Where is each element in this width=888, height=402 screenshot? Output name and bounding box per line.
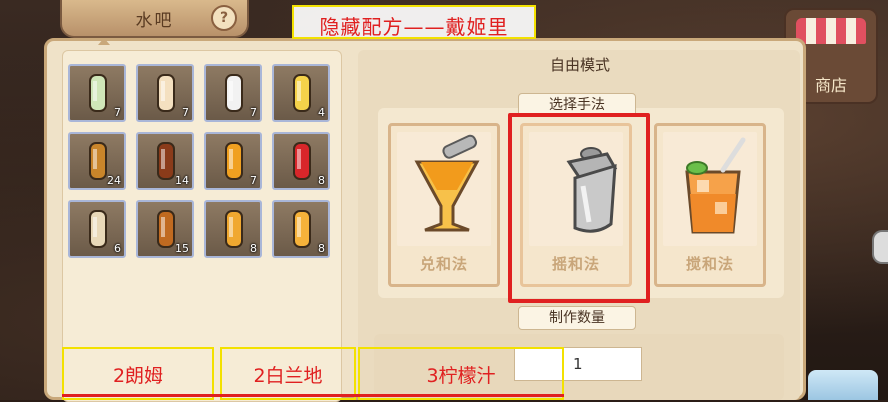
method-card-build[interactable]: 兑和法 [388, 123, 500, 287]
ice-decoration-icon [808, 370, 878, 400]
inventory-slot[interactable]: 7 [204, 64, 262, 122]
inventory-count: 14 [175, 174, 189, 187]
annotation-recipe-title-text: 隐藏配方——戴姬里 [319, 15, 509, 39]
inventory-count: 4 [318, 106, 325, 119]
panel-notch [98, 38, 110, 45]
annotation-ingredient-2-text: 2白兰地 [253, 365, 323, 387]
mode-title: 自由模式 [549, 56, 610, 74]
inventory-count: 8 [318, 174, 325, 187]
selected-method-highlight [508, 113, 650, 303]
help-icon[interactable]: ? [211, 5, 237, 31]
method-label-stir: 搅和法 [685, 255, 734, 273]
annotation-recipe-title: 隐藏配方——戴姬里 [292, 5, 536, 39]
annotation-ingredient-3: 3柠檬汁 [358, 347, 564, 400]
bar-tab[interactable]: 水吧 ? [60, 0, 249, 38]
side-scroll-handle[interactable] [872, 230, 888, 264]
inventory-slot[interactable]: 7 [204, 132, 262, 190]
inventory-slot[interactable]: 8 [272, 132, 330, 190]
mixing-glass-icon [397, 132, 491, 246]
inventory-count: 8 [318, 242, 325, 255]
inventory-slot[interactable]: 6 [68, 200, 126, 258]
inventory-count: 7 [182, 106, 189, 119]
annotation-ingredient-1: 2朗姆 [62, 347, 214, 400]
annotation-ingredient-2: 2白兰地 [220, 347, 356, 400]
inventory-count: 7 [250, 174, 257, 187]
inventory-slot[interactable]: 7 [68, 64, 126, 122]
inventory-count: 24 [107, 174, 121, 187]
inventory-slot[interactable]: 14 [136, 132, 194, 190]
method-card-stir[interactable]: 搅和法 [654, 123, 766, 287]
inventory-count: 15 [175, 242, 189, 255]
inventory-count: 7 [114, 106, 121, 119]
annotation-underline [62, 394, 564, 397]
inventory-count: 6 [114, 242, 121, 255]
inventory-slot[interactable]: 8 [204, 200, 262, 258]
method-label-build: 兑和法 [419, 255, 468, 273]
inventory-count: 8 [250, 242, 257, 255]
shop-awning-icon [796, 18, 866, 44]
inventory-slot[interactable]: 7 [136, 64, 194, 122]
inventory-slot[interactable]: 15 [136, 200, 194, 258]
annotation-ingredient-1-text: 2朗姆 [112, 365, 164, 387]
inventory-slot[interactable]: 24 [68, 132, 126, 190]
annotation-ingredient-3-text: 3柠檬汁 [426, 365, 496, 387]
inventory-slot[interactable]: 4 [272, 64, 330, 122]
stirred-glass-icon [663, 132, 757, 246]
quantity-heading: 制作数量 [518, 306, 636, 330]
inventory-slot[interactable]: 8 [272, 200, 330, 258]
inventory-count: 7 [250, 106, 257, 119]
